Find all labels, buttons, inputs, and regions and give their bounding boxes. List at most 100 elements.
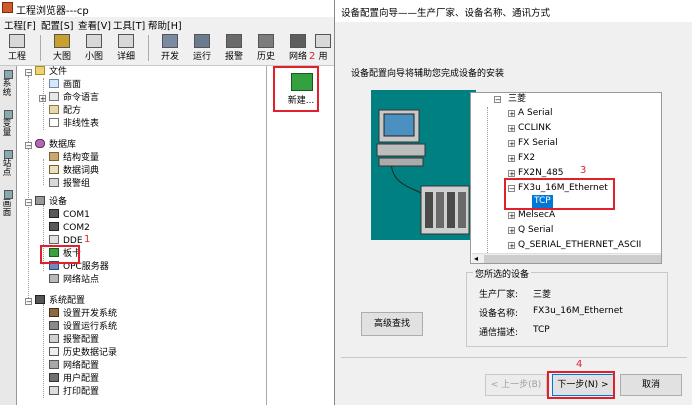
- expand-toggle[interactable]: +: [508, 140, 515, 148]
- tree-node-database[interactable]: 数据库: [35, 139, 76, 152]
- cancel-button[interactable]: 取消: [620, 374, 682, 396]
- device-tree-node[interactable]: A Serial: [518, 107, 552, 120]
- tree-node-alarm-config[interactable]: 报警配置: [49, 334, 99, 347]
- tab-stations[interactable]: 站点: [2, 150, 14, 178]
- tab-variables-label: 变量: [2, 119, 12, 138]
- tree-node-label: 打印配置: [63, 387, 100, 397]
- device-tree-node[interactable]: Q Serial: [518, 224, 553, 237]
- scroll-thumb[interactable]: [484, 255, 661, 263]
- tab-system[interactable]: 系统: [2, 70, 14, 98]
- advanced-search-button[interactable]: 高级查找: [361, 312, 423, 336]
- tree-node-device[interactable]: 设备: [35, 196, 67, 209]
- database-icon: [35, 139, 45, 148]
- serial-port-icon: [49, 209, 59, 218]
- tree-node-struct-vars[interactable]: 结构变量: [49, 152, 99, 165]
- tree-node-network-station[interactable]: 网络站点: [49, 274, 99, 287]
- expand-toggle[interactable]: −: [25, 298, 32, 306]
- tree-node-label: 数据库: [49, 140, 77, 150]
- scroll-left-arrow-icon[interactable]: ◂: [474, 254, 478, 263]
- device-name-value: FX3u_16M_Ethernet: [533, 306, 623, 316]
- toolbar-details-button[interactable]: 详细: [111, 33, 141, 63]
- expand-toggle[interactable]: +: [508, 212, 515, 220]
- tree-line: [43, 159, 44, 185]
- horizontal-scrollbar[interactable]: ◂ ▸: [472, 253, 661, 263]
- tree-node-label: 设置运行系统: [63, 322, 118, 332]
- tree-node-screen[interactable]: 画面: [49, 79, 81, 92]
- alarm-group-icon: [49, 178, 59, 187]
- tree-node-dev-settings[interactable]: 设置开发系统: [49, 308, 117, 321]
- toolbar-small-icons-button[interactable]: 小图: [79, 33, 109, 63]
- manufacturer-value: 三菱: [533, 290, 552, 300]
- tree-node-command-language[interactable]: 命令语言: [49, 92, 99, 105]
- device-tree-node-mitsubishi[interactable]: 三菱: [508, 93, 526, 106]
- toolbar-alarm-label: 报警: [224, 52, 243, 62]
- tree-node-run-settings[interactable]: 设置运行系统: [49, 321, 117, 334]
- expand-toggle[interactable]: +: [508, 155, 515, 163]
- expand-toggle[interactable]: +: [508, 125, 515, 133]
- menu-project[interactable]: 工程[F]: [4, 18, 36, 32]
- tree-node-network-config[interactable]: 网络配置: [49, 360, 99, 373]
- annotation-number-3: 3: [580, 165, 587, 176]
- user-icon: [315, 34, 331, 48]
- tree-node-label: 系统配置: [49, 296, 86, 306]
- tree-node-history-record[interactable]: 历史数据记录: [49, 347, 117, 360]
- device-tree-node[interactable]: FX Serial: [518, 137, 558, 150]
- tab-variables[interactable]: 变量: [2, 110, 14, 138]
- toolbar-user-button[interactable]: 用: [313, 33, 333, 63]
- tree-node-label: 设备: [49, 197, 68, 207]
- network-station-icon: [49, 274, 59, 283]
- toolbar: 工程 大图 小图 详细 开发 运行 报警 历史 网络 用: [0, 31, 334, 66]
- expand-toggle[interactable]: −: [494, 96, 501, 104]
- expand-toggle[interactable]: +: [508, 110, 515, 118]
- expand-toggle[interactable]: −: [25, 199, 32, 207]
- tree-node-print-config[interactable]: 打印配置: [49, 386, 99, 399]
- tree-node-nonlinear-table[interactable]: 非线性表: [49, 118, 99, 131]
- history-record-icon: [49, 347, 59, 356]
- tree-node-com1[interactable]: COM1: [49, 209, 90, 222]
- toolbar-develop-button[interactable]: 开发: [155, 33, 185, 63]
- tree-node-file[interactable]: 文件: [35, 66, 67, 79]
- toolbar-alarm-button[interactable]: 报警: [219, 33, 249, 63]
- prev-button[interactable]: < 上一步(B): [485, 374, 547, 396]
- history-icon: [258, 34, 274, 48]
- network-config-icon: [49, 360, 59, 369]
- tree-node-user-config[interactable]: 用户配置: [49, 373, 99, 386]
- expand-toggle[interactable]: −: [25, 142, 32, 150]
- tab-screens[interactable]: 画面: [2, 190, 14, 218]
- device-tree-node[interactable]: FX2: [518, 152, 535, 165]
- device-tree-node[interactable]: Q_SERIAL_ETHERNET_ASCII: [518, 239, 641, 252]
- expand-toggle[interactable]: −: [25, 69, 32, 77]
- table-icon: [49, 118, 59, 127]
- menu-view[interactable]: 查看[V]: [78, 18, 111, 32]
- dde-icon: [49, 235, 59, 244]
- expand-toggle[interactable]: +: [508, 242, 515, 250]
- tree-node-recipe[interactable]: 配方: [49, 105, 81, 118]
- annotation-box-tcp: [504, 178, 615, 210]
- tree-node-label: 报警组: [63, 179, 91, 189]
- manufacturer-label: 生产厂家:: [479, 290, 519, 300]
- menu-help[interactable]: 帮助[H]: [148, 18, 182, 32]
- menu-tools[interactable]: 工具[T]: [113, 18, 145, 32]
- annotation-number-4: 4: [576, 359, 583, 370]
- device-name-label: 设备名称:: [479, 309, 519, 319]
- toolbar-run-button[interactable]: 运行: [187, 33, 217, 63]
- alarm-icon: [226, 34, 242, 48]
- toolbar-large-icons-button[interactable]: 大图: [47, 33, 77, 63]
- folder-icon: [35, 66, 45, 75]
- expand-toggle[interactable]: +: [508, 170, 515, 178]
- device-tree-node[interactable]: MelsecA: [518, 209, 555, 222]
- expand-toggle[interactable]: +: [39, 95, 46, 103]
- tree-node-label: COM2: [63, 223, 90, 233]
- tree-node-data-dictionary[interactable]: 数据词典: [49, 165, 99, 178]
- tree-node-system-config[interactable]: 系统配置: [35, 295, 85, 308]
- tree-node-alarm-group[interactable]: 报警组: [49, 178, 90, 191]
- device-tree-node[interactable]: CCLINK: [518, 122, 551, 135]
- toolbar-history-button[interactable]: 历史: [251, 33, 281, 63]
- dictionary-icon: [49, 165, 59, 174]
- expand-toggle[interactable]: +: [508, 227, 515, 235]
- menu-config[interactable]: 配置[S]: [41, 18, 73, 32]
- tree-node-label: Q Serial: [518, 225, 554, 235]
- script-icon: [49, 92, 59, 101]
- recipe-icon: [49, 105, 59, 114]
- toolbar-project-button[interactable]: 工程: [2, 33, 32, 63]
